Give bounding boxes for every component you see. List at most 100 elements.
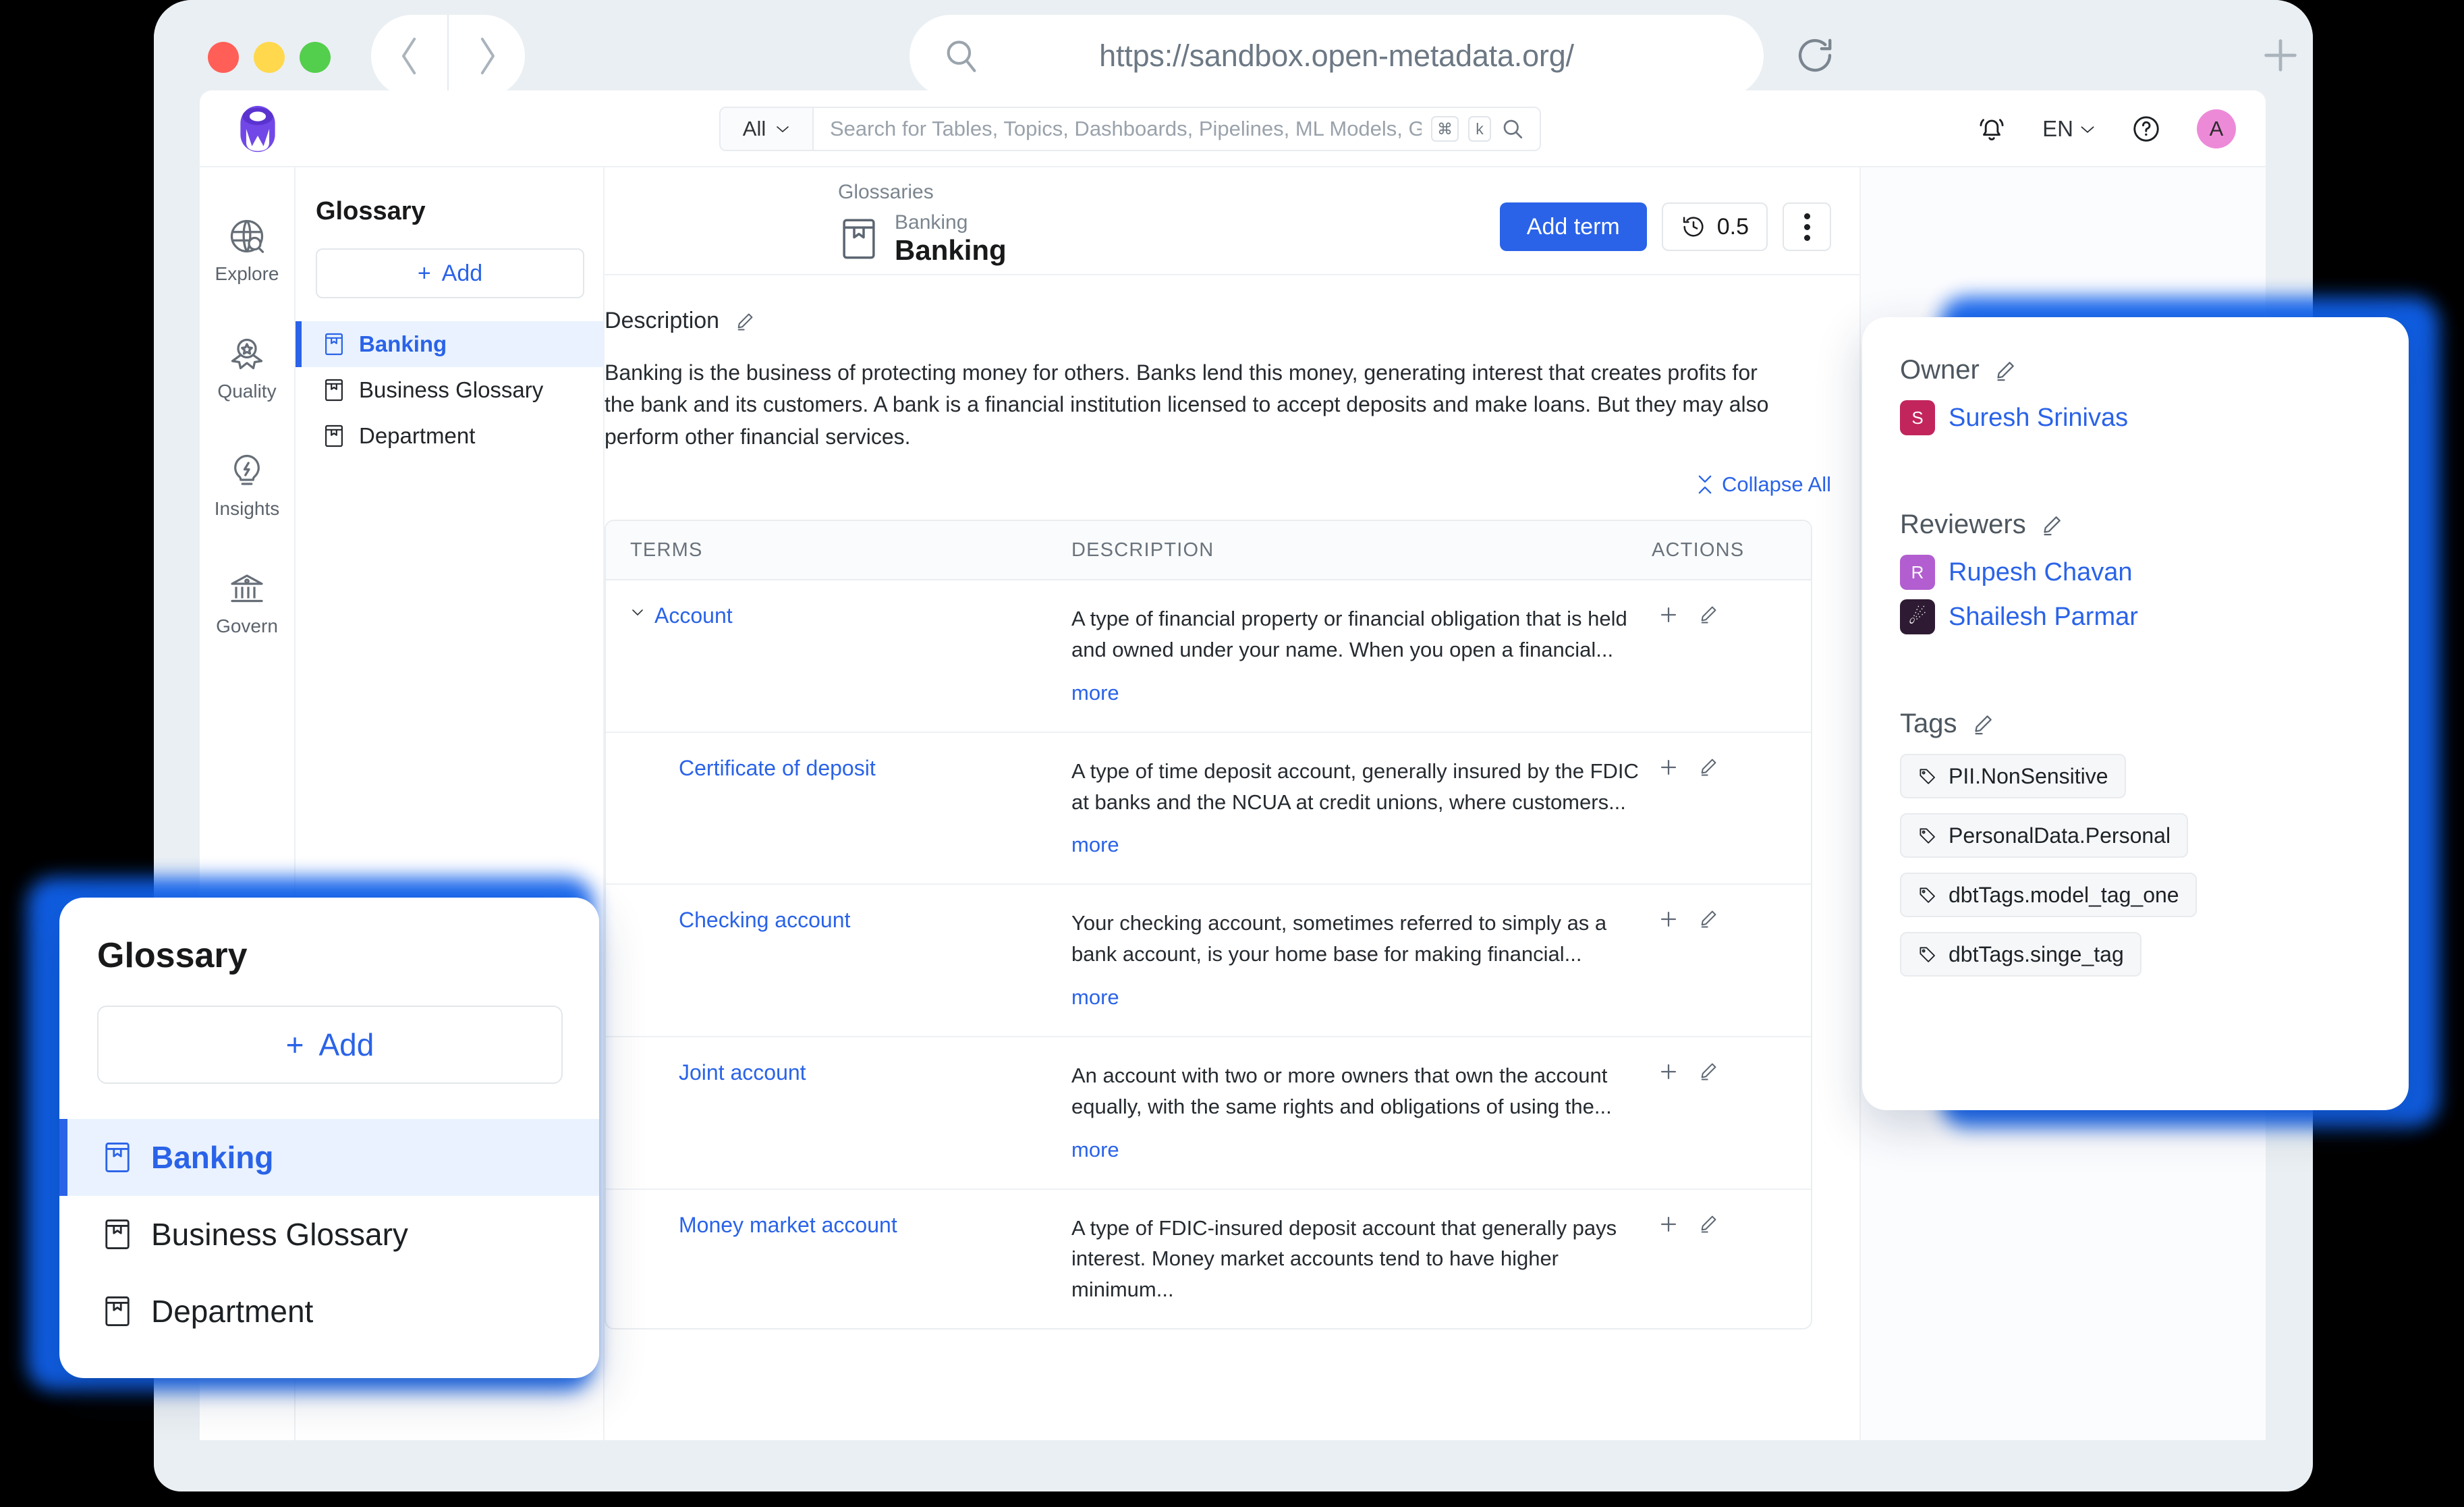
search-input[interactable] [830,117,1422,141]
reviewer-name[interactable]: Rupesh Chavan [1949,558,2133,587]
description-header: Description [605,308,1859,334]
header-actions: Add term 0.5 [1499,202,1831,251]
glossary-card-item-banking[interactable]: Banking [59,1119,599,1196]
glossary-book-icon [323,331,345,357]
glossary-card-add-button[interactable]: + Add [97,1006,563,1084]
add-plus-icon[interactable] [1657,1060,1680,1083]
sidebar-item-department[interactable]: Department [296,413,603,459]
more-options-button[interactable] [1783,202,1831,251]
search-scope-dropdown[interactable]: All [721,108,814,150]
reload-button[interactable] [1787,27,1843,84]
column-header-actions: ACTIONS [1652,539,1745,561]
glossary-book-icon [323,377,345,403]
owner-row[interactable]: S Suresh Srinivas [1900,400,2409,435]
term-description-text: Your checking account, sometimes referre… [1071,911,1607,966]
term-link[interactable]: Joint account [679,1060,806,1085]
rail-item-govern[interactable]: Govern [200,568,294,637]
term-link[interactable]: Checking account [679,908,850,933]
notifications-bell-icon[interactable] [1976,113,2007,144]
term-more-link[interactable]: more [1071,829,1652,860]
glossary-book-icon [323,423,345,449]
back-button[interactable] [371,15,447,97]
sidebar-item-label: Banking [359,331,447,356]
edit-pencil-icon[interactable] [1698,756,1719,777]
sidebar-item-business-glossary[interactable]: Business Glossary [296,367,603,413]
chevron-down-icon[interactable] [630,607,645,617]
glossary-card-item-label: Business Glossary [151,1217,408,1252]
term-more-link[interactable]: more [1071,982,1652,1013]
term-name-cell[interactable]: Joint account [606,1060,1071,1166]
tag-label: PersonalData.Personal [1949,823,2171,848]
search-submit-icon[interactable] [1501,117,1525,141]
edit-pencil-icon[interactable] [1993,358,2017,383]
window-close-button[interactable] [208,42,239,73]
chevron-down-icon [2079,124,2096,134]
edit-pencil-icon[interactable] [734,310,756,332]
owner-name[interactable]: Suresh Srinivas [1949,404,2128,433]
rail-item-insights[interactable]: Insights [200,451,294,520]
search-input-wrapper: ⌘ k [814,108,1540,150]
rail-label-explore: Explore [215,263,279,284]
window-minimize-button[interactable] [254,42,285,73]
language-selector[interactable]: EN [2042,116,2096,142]
rail-label-insights: Insights [214,498,280,519]
reviewer-name[interactable]: Shailesh Parmar [1949,603,2138,632]
tag-chip[interactable]: dbtTags.model_tag_one [1900,873,2197,917]
edit-pencil-icon[interactable] [1698,1213,1719,1234]
term-more-link[interactable]: more [1071,1134,1652,1166]
edit-pencil-icon[interactable] [1698,1060,1719,1082]
reviewer-row[interactable]: ☄ Shailesh Parmar [1900,599,2409,634]
rail-item-explore[interactable]: Explore [200,216,294,285]
plus-icon: + [417,260,431,286]
tag-chip[interactable]: PersonalData.Personal [1900,813,2189,858]
term-name-cell[interactable]: Checking account [606,908,1071,1013]
glossary-callout-card: Glossary + Add Banking Business Glossary [59,898,599,1378]
openmetadata-logo-icon[interactable] [233,104,283,154]
tag-chip[interactable]: dbtTags.singe_tag [1900,932,2141,977]
bank-icon [227,568,267,609]
global-search-bar[interactable]: All ⌘ k [719,107,1541,151]
term-description-cell: Your checking account, sometimes referre… [1071,908,1652,1013]
edit-pencil-icon[interactable] [2040,513,2064,537]
term-link[interactable]: Certificate of deposit [679,756,876,781]
language-label: EN [2042,116,2073,141]
add-plus-icon[interactable] [1657,603,1680,626]
edit-pencil-icon[interactable] [1698,603,1719,625]
glossary-card-item-business-glossary[interactable]: Business Glossary [59,1196,599,1273]
term-more-link[interactable]: more [1071,678,1652,709]
collapse-all-button[interactable]: Collapse All [1696,472,1831,497]
term-link[interactable]: Money market account [679,1213,897,1238]
table-row: Money market account A type of FDIC-insu… [606,1190,1811,1329]
new-tab-button[interactable] [2253,28,2307,82]
add-term-button[interactable]: Add term [1499,202,1647,251]
topbar-actions: EN A [1976,107,2236,151]
term-name-cell[interactable]: Money market account [606,1213,1071,1306]
rail-item-quality[interactable]: Quality [200,333,294,402]
breadcrumb[interactable]: Glossaries [838,181,934,204]
add-plus-icon[interactable] [1657,756,1680,779]
glossary-book-icon [103,1217,132,1252]
search-scope-label: All [742,117,766,140]
sidebar-item-banking[interactable]: Banking [296,321,603,367]
tag-chip[interactable]: PII.NonSensitive [1900,754,2126,798]
user-avatar[interactable]: A [2197,109,2236,148]
term-description-text: A type of financial property or financia… [1071,607,1627,661]
glossary-card-item-department[interactable]: Department [59,1273,599,1350]
term-name-cell[interactable]: Account [606,603,1071,709]
reviewer-row[interactable]: R Rupesh Chavan [1900,555,2409,590]
term-link[interactable]: Account [654,603,733,628]
version-button[interactable]: 0.5 [1661,202,1768,251]
edit-pencil-icon[interactable] [1971,712,1995,736]
help-icon[interactable] [2131,113,2162,144]
glossary-add-button[interactable]: + Add [316,248,584,298]
add-plus-icon[interactable] [1657,1213,1680,1236]
edit-pencil-icon[interactable] [1698,908,1719,929]
term-description-cell: An account with two or more owners that … [1071,1060,1652,1166]
add-plus-icon[interactable] [1657,908,1680,931]
window-maximize-button[interactable] [300,42,331,73]
app-topbar: All ⌘ k [200,90,2266,167]
forward-button[interactable] [449,15,525,97]
version-label: 0.5 [1716,213,1749,240]
url-bar[interactable]: https://sandbox.open-metadata.org/ [909,15,1764,97]
term-name-cell[interactable]: Certificate of deposit [606,756,1071,861]
